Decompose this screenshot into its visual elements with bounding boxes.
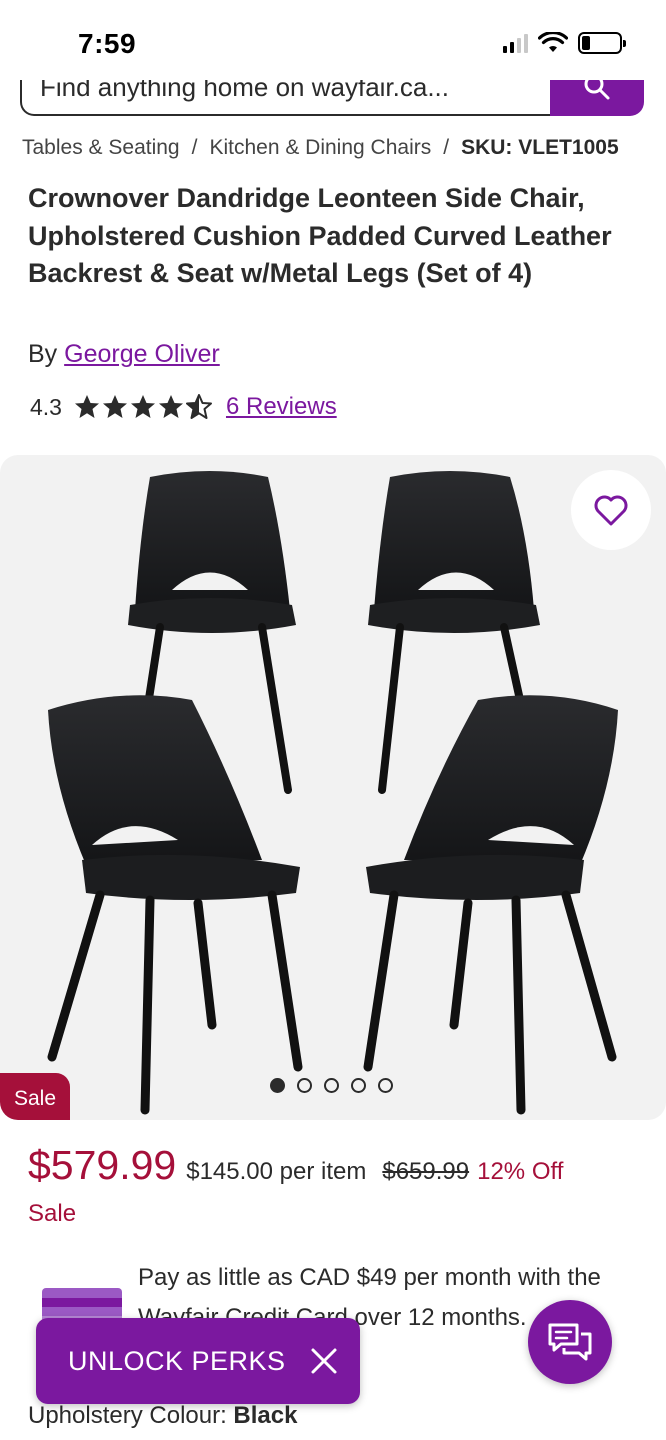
favorite-button[interactable] bbox=[571, 470, 651, 550]
price-per-item: $145.00 per item bbox=[186, 1158, 367, 1185]
status-bar: 7:59 bbox=[0, 0, 666, 80]
carousel-dots bbox=[270, 1078, 393, 1093]
carousel-dot[interactable] bbox=[324, 1078, 339, 1093]
product-image bbox=[47, 471, 618, 1115]
breadcrumb-link-kitchen-dining-chairs[interactable]: Kitchen & Dining Chairs bbox=[209, 136, 431, 159]
chat-button[interactable] bbox=[528, 1300, 612, 1384]
status-time: 7:59 bbox=[78, 28, 137, 59]
star-icon bbox=[102, 394, 128, 420]
option-value: Black bbox=[233, 1402, 298, 1429]
original-price: $659.99 bbox=[382, 1158, 470, 1185]
star-icon bbox=[158, 394, 184, 420]
brand-prefix: By bbox=[28, 340, 58, 368]
rating-value: 4.3 bbox=[30, 393, 62, 420]
star-icon bbox=[74, 394, 100, 420]
chat-icon bbox=[548, 1323, 592, 1361]
star-icon bbox=[185, 394, 212, 420]
carousel-dot[interactable] bbox=[351, 1078, 366, 1093]
breadcrumb-separator: / bbox=[443, 136, 450, 159]
breadcrumb-link-tables-seating[interactable]: Tables & Seating bbox=[22, 136, 180, 159]
unlock-perks-banner[interactable]: UNLOCK PERKS bbox=[36, 1318, 360, 1404]
price-row: $579.99 $145.00 per item $659.99 12% Off bbox=[28, 1142, 563, 1189]
carousel-dot[interactable] bbox=[297, 1078, 312, 1093]
upholstery-colour-option: Upholstery Colour: Black bbox=[28, 1402, 297, 1430]
star-rating bbox=[74, 394, 212, 420]
battery-icon bbox=[578, 32, 626, 54]
option-label: Upholstery Colour: bbox=[28, 1402, 227, 1429]
cellular-signal-icon bbox=[503, 33, 528, 53]
rating-row: 4.3 6 Reviews bbox=[30, 390, 337, 424]
carousel-dot[interactable] bbox=[270, 1078, 285, 1093]
breadcrumb: Tables & Seating / Kitchen & Dining Chairs… bbox=[22, 136, 619, 160]
sale-label: Sale bbox=[28, 1200, 77, 1227]
close-icon[interactable] bbox=[308, 1345, 340, 1377]
heart-icon bbox=[594, 495, 628, 526]
sale-badge: Sale bbox=[0, 1073, 71, 1120]
reviews-link[interactable]: 6 Reviews bbox=[226, 393, 337, 421]
status-icons bbox=[503, 32, 626, 54]
unlock-perks-label: UNLOCK PERKS bbox=[68, 1345, 286, 1376]
brand-link[interactable]: George Oliver bbox=[64, 340, 220, 368]
carousel-dot[interactable] bbox=[378, 1078, 393, 1093]
breadcrumb-sku: SKU: VLET1005 bbox=[461, 136, 619, 159]
brand-line: By George Oliver bbox=[28, 340, 220, 369]
discount-label: 12% Off bbox=[477, 1158, 564, 1185]
breadcrumb-separator: / bbox=[191, 136, 198, 159]
sale-price: $579.99 bbox=[28, 1142, 177, 1188]
product-title: Crownover Dandridge Leonteen Side Chair,… bbox=[28, 183, 612, 288]
product-image-gallery[interactable]: Sale bbox=[0, 455, 666, 1120]
wifi-icon bbox=[538, 32, 568, 52]
star-icon bbox=[130, 394, 156, 420]
